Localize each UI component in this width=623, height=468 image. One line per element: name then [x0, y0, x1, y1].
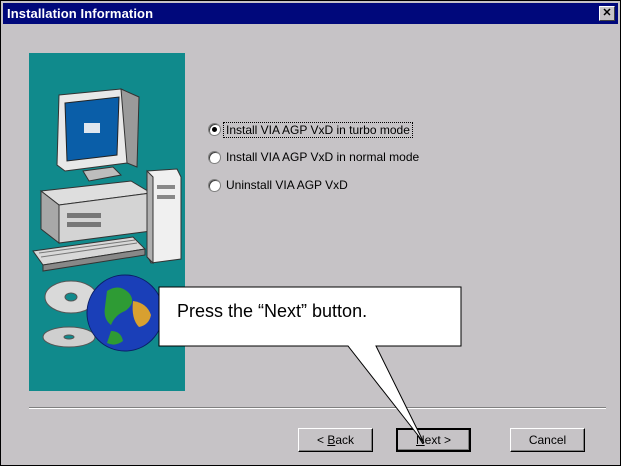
callout-bubble [158, 286, 462, 444]
installation-dialog: Installation Information ✕ Install VIA A… [0, 0, 621, 466]
callout-text: Press the “Next” button. [177, 301, 368, 321]
